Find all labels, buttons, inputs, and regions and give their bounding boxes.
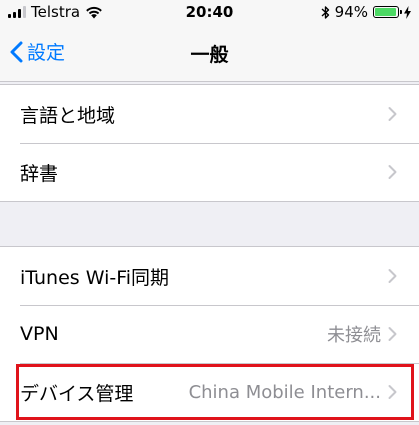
row-value: China Mobile Intern... — [188, 381, 381, 403]
row-language-region[interactable]: 言語と地域 — [0, 85, 419, 143]
chevron-right-icon — [388, 269, 397, 283]
chevron-right-icon — [388, 385, 397, 399]
settings-group-language: 言語と地域 辞書 — [0, 84, 419, 202]
status-bar: Telstra 20:40 94% — [0, 0, 419, 24]
chevron-right-icon — [388, 165, 397, 179]
row-device-management[interactable]: デバイス管理 China Mobile Intern... — [0, 363, 419, 421]
charging-bolt-icon — [404, 5, 411, 19]
chevron-right-icon — [388, 327, 397, 341]
settings-group-connections: iTunes Wi-Fi同期 VPN 未接続 デバイス管理 China Mobi… — [0, 246, 419, 422]
row-itunes-wifi-sync[interactable]: iTunes Wi-Fi同期 — [0, 247, 419, 305]
row-label: VPN — [20, 323, 59, 345]
row-dictionary[interactable]: 辞書 — [0, 143, 419, 201]
row-vpn[interactable]: VPN 未接続 — [0, 305, 419, 363]
battery-percent: 94% — [334, 3, 368, 21]
battery-icon — [373, 6, 402, 18]
page-title: 一般 — [190, 44, 229, 66]
row-label: 辞書 — [20, 162, 59, 185]
row-label: デバイス管理 — [20, 382, 134, 405]
status-right: 94% — [321, 3, 411, 21]
row-value: 未接続 — [327, 325, 381, 346]
chevron-right-icon — [388, 107, 397, 121]
row-label: 言語と地域 — [20, 104, 116, 127]
bluetooth-icon — [321, 5, 329, 19]
navigation-bar: 設定 一般 — [0, 24, 419, 82]
row-label: iTunes Wi-Fi同期 — [20, 266, 170, 289]
